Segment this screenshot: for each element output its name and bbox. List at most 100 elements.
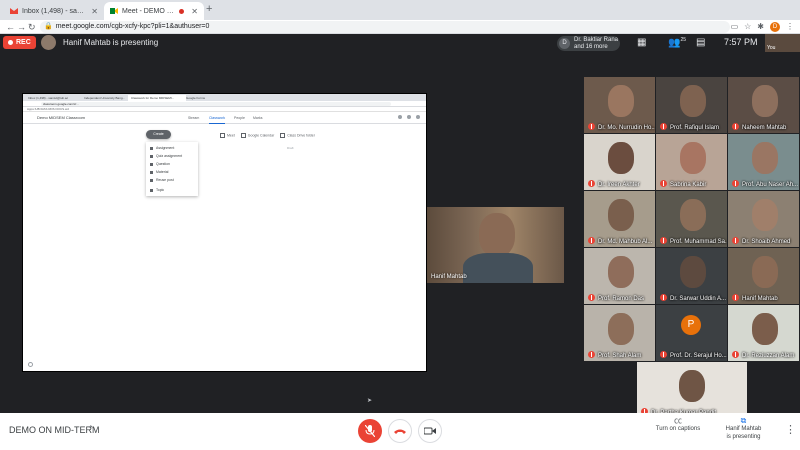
classroom-create-button: Create bbox=[146, 130, 171, 139]
presenter-name: Hanif Mahtab bbox=[431, 274, 467, 280]
people-chip-text: Dr. Baktiar Rana and 16 more bbox=[574, 36, 619, 50]
participant-tile[interactable]: Prof. Shah Alam bbox=[584, 305, 655, 361]
participant-tile[interactable]: Prof. Abu Naser Ah... bbox=[728, 134, 799, 190]
mouse-cursor-icon: ➤ bbox=[367, 398, 373, 404]
classroom-create-menu: Assignment Quiz assignment Question Mate… bbox=[146, 142, 198, 196]
shared-url: classroom.google.com/c/... bbox=[41, 102, 391, 106]
cast-icon[interactable]: ▭ bbox=[731, 21, 739, 33]
participant-name: Dr. Md. Mahbub Al... bbox=[598, 239, 653, 245]
camera-toggle-button[interactable] bbox=[418, 419, 442, 443]
url-text: meet.google.com/cgb-xcfy-kpc?pli=1&authu… bbox=[55, 23, 210, 30]
participant-tile[interactable]: Dr. Ireen Akhter bbox=[584, 134, 655, 190]
participant-name: Dr. Shoaib Ahmed bbox=[742, 239, 791, 245]
participant-tile[interactable]: Sabrina Kabir bbox=[656, 134, 727, 190]
menu-item: Quiz assignment bbox=[150, 154, 182, 158]
meeting-title[interactable]: DEMO ON MID-TERM bbox=[9, 425, 100, 435]
classroom-tab-stream: Stream bbox=[188, 116, 200, 120]
classroom-empty-note: Draft bbox=[287, 146, 294, 150]
mic-muted-icon bbox=[588, 294, 595, 301]
participant-name: Prof. Dr. Serajul Ho... bbox=[670, 353, 727, 359]
captions-icon: ㏄ bbox=[674, 416, 682, 425]
grid-layout-icon[interactable]: ▦ bbox=[637, 37, 646, 48]
mic-muted-icon bbox=[732, 180, 739, 187]
participant-tile[interactable]: Dr. Partha Kumar Pandit bbox=[637, 362, 747, 418]
participant-tile[interactable]: Hanif Mahtab bbox=[728, 248, 799, 304]
rec-label: REC bbox=[16, 39, 31, 46]
record-dot-icon bbox=[8, 40, 13, 45]
reuse-icon bbox=[150, 178, 153, 182]
settings-icon bbox=[398, 115, 402, 119]
mic-muted-icon bbox=[660, 180, 667, 187]
mic-muted-icon bbox=[588, 180, 595, 187]
chevron-up-icon[interactable]: ⌃ bbox=[87, 424, 95, 435]
url-input[interactable]: 🔒 meet.google.com/cgb-xcfy-kpc?pli=1&auth… bbox=[40, 21, 730, 33]
presenting-status: Hanif Mahtab is presenting bbox=[63, 38, 159, 47]
extension-icon[interactable]: ✱ bbox=[757, 21, 764, 33]
participant-tile[interactable]: Naheem Mahtab bbox=[728, 77, 799, 133]
more-options-icon[interactable]: ⋮ bbox=[785, 423, 796, 436]
presenting-button[interactable]: ⧉ Hanif Mahtab is presenting bbox=[716, 417, 771, 441]
profile-avatar[interactable]: D bbox=[770, 22, 780, 32]
participant-tile[interactable]: Dr. Shoaib Ahmed bbox=[728, 191, 799, 247]
participants-icon[interactable]: 👥25 bbox=[668, 37, 686, 48]
participant-video bbox=[680, 142, 706, 174]
reload-icon[interactable]: ↻ bbox=[28, 21, 36, 33]
mic-muted-icon bbox=[732, 351, 739, 358]
meeting-clock: 7:57 PM bbox=[724, 37, 758, 47]
recording-indicator[interactable]: REC bbox=[3, 36, 36, 49]
participant-video bbox=[608, 142, 634, 174]
participant-tile[interactable]: Dr. Md. Mahbub Al... bbox=[584, 191, 655, 247]
mic-muted-icon bbox=[588, 237, 595, 244]
participant-grid: Dr. Mo. Nurrudin Ho... Prof. Rafiqul Isla… bbox=[584, 77, 800, 418]
bottom-bar: DEMO ON MID-TERM ⌃ ㏄ Turn on captions ⧉ … bbox=[0, 413, 800, 450]
participant-video bbox=[680, 199, 706, 231]
mic-muted-icon bbox=[660, 237, 667, 244]
participant-name: Prof. Ramon Das bbox=[598, 296, 645, 302]
browser-toolbar-icons: ▭ ☆ ✱ D ⋮ bbox=[731, 21, 794, 33]
close-tab-icon[interactable]: ✕ bbox=[91, 7, 98, 16]
presenter-video[interactable]: Hanif Mahtab bbox=[427, 207, 564, 283]
recording-dot-icon bbox=[179, 8, 185, 14]
mic-muted-icon bbox=[732, 237, 739, 244]
bookmark-star-icon[interactable]: ☆ bbox=[744, 21, 751, 33]
material-icon bbox=[150, 170, 153, 174]
participant-tile[interactable]: Dr. Mo. Nurrudin Ho... bbox=[584, 77, 655, 133]
calendar-link: Google Calendar bbox=[241, 133, 274, 138]
question-icon bbox=[150, 162, 153, 166]
menu-item-label: Reuse post bbox=[156, 178, 174, 182]
address-bar-row: ← → ↻ 🔒 meet.google.com/cgb-xcfy-kpc?pli=… bbox=[0, 20, 800, 34]
back-icon[interactable]: ← bbox=[6, 21, 15, 33]
chat-icon[interactable]: ▤ bbox=[696, 37, 705, 48]
mic-muted-icon bbox=[588, 123, 595, 130]
classroom-header-icons bbox=[398, 115, 420, 119]
participant-video bbox=[608, 199, 634, 231]
participant-video bbox=[608, 256, 634, 288]
participant-name: Naheem Mahtab bbox=[742, 125, 787, 131]
self-view-tile[interactable]: You bbox=[765, 34, 800, 52]
participant-name: Dr. Sarwar Uddin A... bbox=[670, 296, 727, 302]
participant-tile[interactable]: P Prof. Dr. Serajul Ho... bbox=[656, 305, 727, 361]
forward-icon[interactable]: → bbox=[17, 21, 26, 33]
tab-meet[interactable]: Meet - DEMO ON MID-TERM ✕ bbox=[104, 2, 204, 20]
browser-menu-icon[interactable]: ⋮ bbox=[786, 21, 794, 33]
people-chip[interactable]: D Dr. Baktiar Rana and 16 more bbox=[557, 36, 620, 51]
close-tab-icon[interactable]: ✕ bbox=[191, 7, 198, 16]
apps-icon bbox=[407, 115, 411, 119]
mic-muted-icon bbox=[660, 123, 667, 130]
mic-toggle-button[interactable] bbox=[358, 419, 382, 443]
people-chip-avatar: D bbox=[559, 38, 570, 49]
participant-tile[interactable]: Dr. Sarwar Uddin A... bbox=[656, 248, 727, 304]
participant-tile[interactable]: Dr. Reziuzzan Alam bbox=[728, 305, 799, 361]
captions-button[interactable]: ㏄ Turn on captions bbox=[648, 417, 708, 433]
mic-muted-icon bbox=[732, 294, 739, 301]
participant-tile[interactable]: Prof. Muhammad Sa... bbox=[656, 191, 727, 247]
participant-tile[interactable]: Prof. Rafiqul Islam bbox=[656, 77, 727, 133]
participant-name: Dr. Mo. Nurrudin Ho... bbox=[598, 125, 655, 131]
tab-inbox[interactable]: Inbox (1,498) - samiul@iub.ac ✕ bbox=[4, 2, 104, 20]
participant-tile[interactable]: Prof. Ramon Das bbox=[584, 248, 655, 304]
leave-call-button[interactable] bbox=[388, 419, 412, 443]
participant-name: Hanif Mahtab bbox=[742, 296, 778, 302]
new-tab-icon[interactable]: + bbox=[206, 3, 212, 15]
menu-item-label: Question bbox=[156, 162, 171, 166]
gmail-icon bbox=[10, 7, 18, 15]
